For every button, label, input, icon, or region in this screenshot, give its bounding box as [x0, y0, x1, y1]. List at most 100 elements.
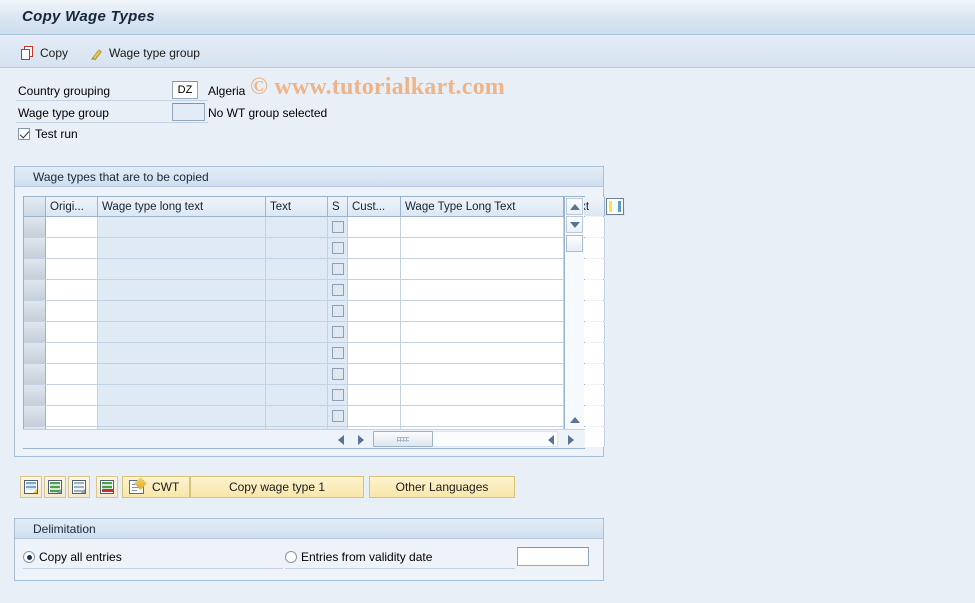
- cell-origin[interactable]: [46, 280, 98, 300]
- cell-wage_type_long_text_2[interactable]: [401, 280, 564, 300]
- cell-origin[interactable]: [46, 217, 98, 237]
- cell-cust[interactable]: [348, 364, 401, 384]
- row-checkbox[interactable]: [331, 263, 344, 275]
- row-checkbox[interactable]: [331, 410, 344, 422]
- table-row[interactable]: [24, 364, 605, 385]
- cell-wage_type_long_text_2[interactable]: [401, 343, 564, 363]
- hscroll-left-button-2[interactable]: [543, 432, 558, 447]
- cell-wage_type_long_text[interactable]: [98, 259, 266, 279]
- cell-text[interactable]: [266, 259, 328, 279]
- cell-cust[interactable]: [348, 322, 401, 342]
- cell-cust[interactable]: [348, 280, 401, 300]
- table-settings-button[interactable]: [605, 197, 625, 216]
- cell-wage_type_long_text[interactable]: [98, 217, 266, 237]
- cell-wage_type_long_text[interactable]: [98, 364, 266, 384]
- row-selector[interactable]: [24, 238, 46, 258]
- delete-row-button[interactable]: [96, 476, 118, 498]
- cell-wage_type_long_text[interactable]: [98, 301, 266, 321]
- row-checkbox-cell[interactable]: [328, 280, 348, 300]
- test-run-checkbox[interactable]: Test run: [18, 127, 78, 141]
- grid-header-origin[interactable]: Origi...: [46, 197, 98, 216]
- cell-cust[interactable]: [348, 406, 401, 426]
- cell-text[interactable]: [266, 217, 328, 237]
- cell-text[interactable]: [266, 343, 328, 363]
- grid-header-wage_type_long_text[interactable]: Wage type long text: [98, 197, 266, 216]
- row-checkbox-cell[interactable]: [328, 322, 348, 342]
- row-checkbox[interactable]: [331, 389, 344, 401]
- cell-text[interactable]: [266, 406, 328, 426]
- row-selector[interactable]: [24, 322, 46, 342]
- row-checkbox-cell[interactable]: [328, 259, 348, 279]
- cell-wage_type_long_text[interactable]: [98, 322, 266, 342]
- copy-button[interactable]: Copy: [16, 41, 73, 65]
- row-checkbox[interactable]: [331, 347, 344, 359]
- row-checkbox-cell[interactable]: [328, 301, 348, 321]
- row-checkbox[interactable]: [331, 368, 344, 380]
- cell-wage_type_long_text[interactable]: [98, 385, 266, 405]
- row-checkbox[interactable]: [331, 242, 344, 254]
- table-row[interactable]: [24, 343, 605, 364]
- row-selector[interactable]: [24, 280, 46, 300]
- row-checkbox-cell[interactable]: [328, 406, 348, 426]
- test-run-checkbox-box[interactable]: [18, 128, 30, 140]
- entries-from-validity-date-radio-dot[interactable]: [285, 551, 297, 563]
- row-checkbox-cell[interactable]: [328, 364, 348, 384]
- scroll-down-button[interactable]: [566, 216, 583, 233]
- cell-wage_type_long_text_2[interactable]: [401, 259, 564, 279]
- table-row[interactable]: [24, 217, 605, 238]
- row-checkbox-cell[interactable]: [328, 217, 348, 237]
- cell-text[interactable]: [266, 364, 328, 384]
- table-row[interactable]: [24, 406, 605, 427]
- row-selector[interactable]: [24, 364, 46, 384]
- paste-rows-button[interactable]: [68, 476, 90, 498]
- cell-cust[interactable]: [348, 217, 401, 237]
- cell-text[interactable]: [266, 385, 328, 405]
- row-checkbox[interactable]: [331, 305, 344, 317]
- row-checkbox-cell[interactable]: [328, 238, 348, 258]
- hscroll-left-button[interactable]: [333, 432, 348, 447]
- hscroll-right-button[interactable]: [353, 432, 368, 447]
- row-checkbox[interactable]: [331, 221, 344, 233]
- copy-rows-button[interactable]: [44, 476, 66, 498]
- cell-cust[interactable]: [348, 343, 401, 363]
- table-row[interactable]: [24, 238, 605, 259]
- scroll-page-up-button[interactable]: [566, 411, 583, 428]
- cell-cust[interactable]: [348, 301, 401, 321]
- hscroll-thumb[interactable]: [373, 431, 433, 447]
- grid-header-cust[interactable]: Cust...: [348, 197, 401, 216]
- grid-horizontal-scroll-strip[interactable]: [23, 429, 585, 448]
- copy-all-entries-radio-dot[interactable]: [23, 551, 35, 563]
- table-row[interactable]: [24, 301, 605, 322]
- cell-origin[interactable]: [46, 301, 98, 321]
- grid-header-s[interactable]: S: [328, 197, 348, 216]
- cell-wage_type_long_text[interactable]: [98, 406, 266, 426]
- wage-type-group-button[interactable]: Wage type group: [84, 41, 205, 65]
- cell-wage_type_long_text_2[interactable]: [401, 406, 564, 426]
- row-selector[interactable]: [24, 259, 46, 279]
- copy-wage-type-1-button[interactable]: Copy wage type 1: [190, 476, 364, 498]
- table-row[interactable]: [24, 280, 605, 301]
- grid-header-text[interactable]: Text: [266, 197, 328, 216]
- cell-text[interactable]: [266, 238, 328, 258]
- other-languages-button[interactable]: Other Languages: [369, 476, 515, 498]
- cell-wage_type_long_text[interactable]: [98, 238, 266, 258]
- row-selector[interactable]: [24, 406, 46, 426]
- cell-wage_type_long_text[interactable]: [98, 343, 266, 363]
- cell-cust[interactable]: [348, 238, 401, 258]
- copy-all-entries-radio[interactable]: Copy all entries: [23, 550, 122, 564]
- entries-from-validity-date-radio[interactable]: Entries from validity date: [285, 550, 432, 564]
- cell-cust[interactable]: [348, 385, 401, 405]
- scroll-thumb[interactable]: [566, 235, 583, 252]
- grid-vertical-scrollbar[interactable]: [564, 197, 584, 448]
- row-checkbox-cell[interactable]: [328, 343, 348, 363]
- table-row[interactable]: [24, 322, 605, 343]
- cell-wage_type_long_text_2[interactable]: [401, 385, 564, 405]
- row-checkbox-cell[interactable]: [328, 385, 348, 405]
- cell-origin[interactable]: [46, 364, 98, 384]
- cell-origin[interactable]: [46, 259, 98, 279]
- country-grouping-input[interactable]: [172, 81, 198, 99]
- cell-origin[interactable]: [46, 238, 98, 258]
- table-row[interactable]: [24, 259, 605, 280]
- row-checkbox[interactable]: [331, 326, 344, 338]
- cell-origin[interactable]: [46, 343, 98, 363]
